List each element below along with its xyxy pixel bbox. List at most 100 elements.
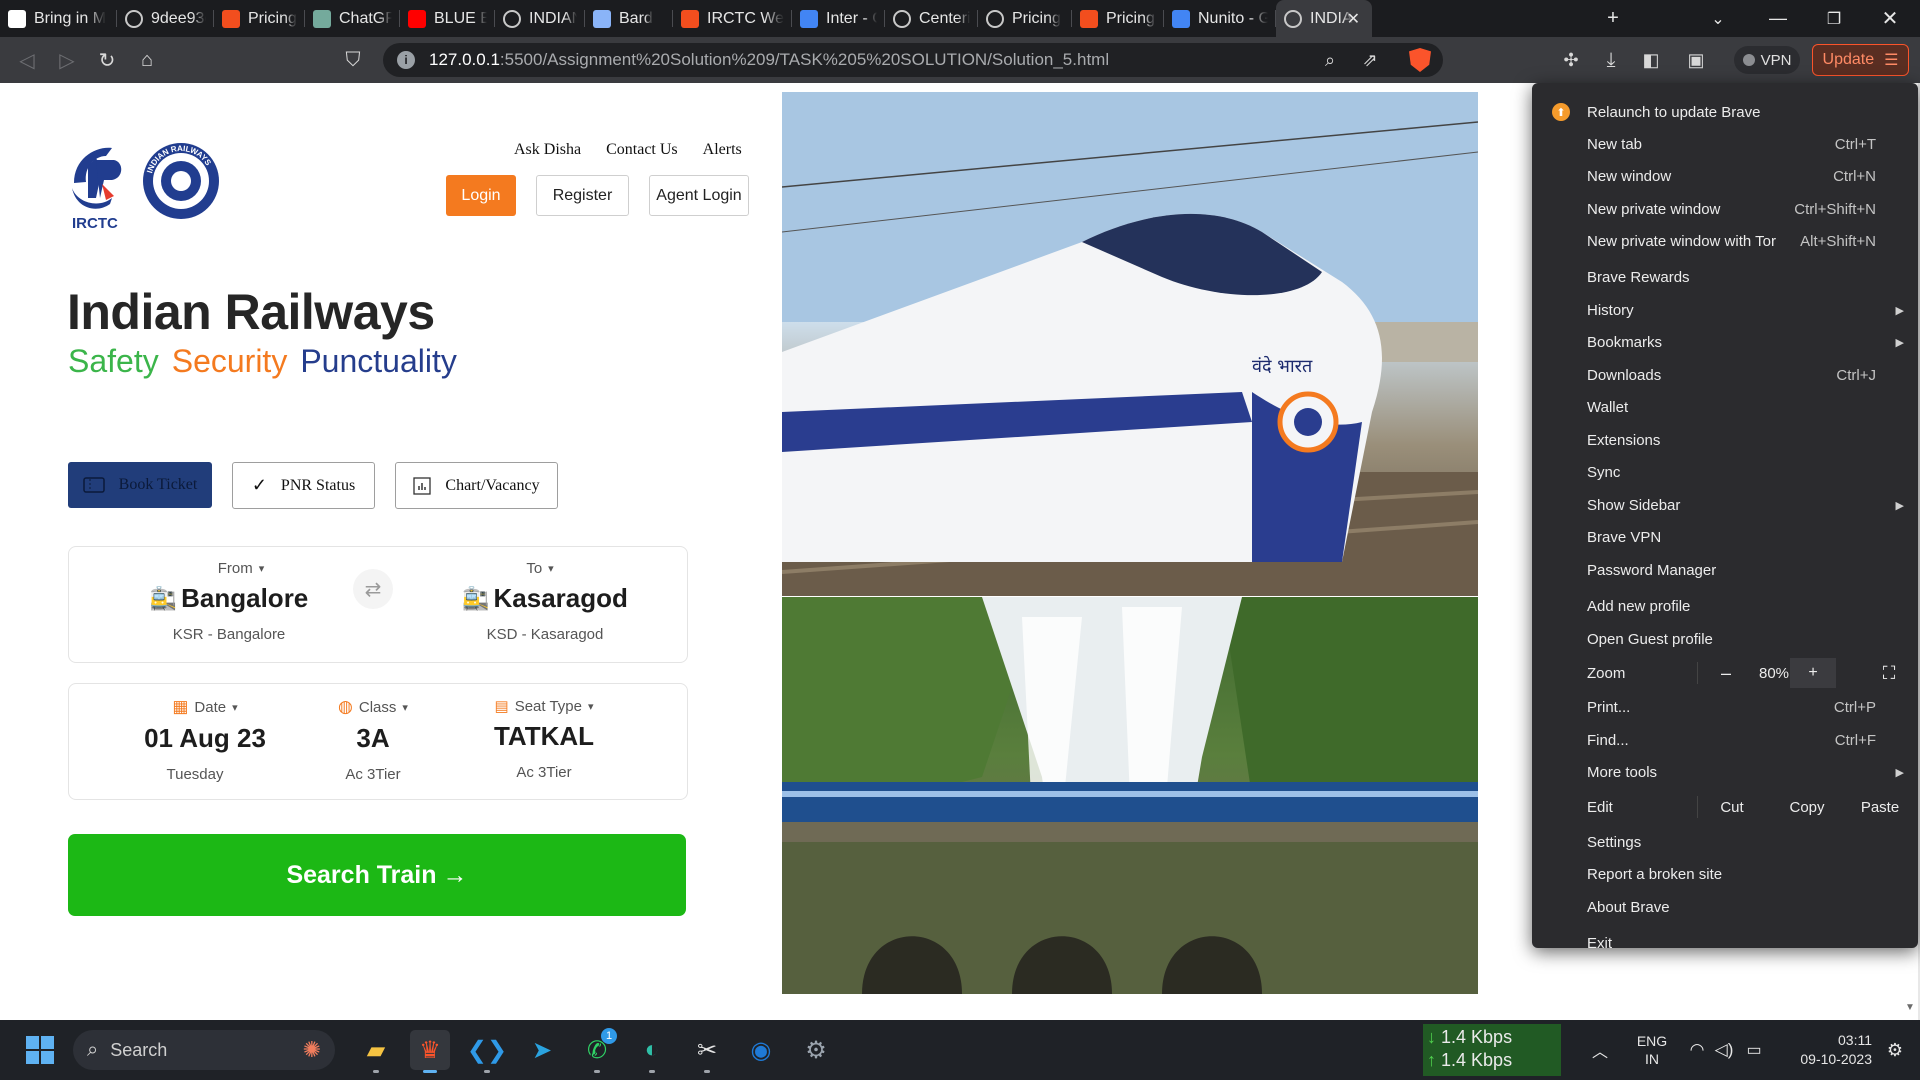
- taskbar-app-snipping-tool[interactable]: ✂: [687, 1030, 727, 1073]
- menu-item-exit[interactable]: Exit: [1532, 928, 1918, 958]
- menu-item-about-brave[interactable]: About Brave: [1532, 892, 1918, 922]
- pnr-status-button[interactable]: ✓ PNR Status: [232, 462, 375, 509]
- bookmark-icon[interactable]: ⛉: [338, 45, 368, 75]
- menu-item-history[interactable]: History ▶: [1532, 295, 1918, 325]
- clock[interactable]: 03:11 09-10-2023: [1780, 1020, 1872, 1080]
- menu-item-find[interactable]: Find... Ctrl+F: [1532, 725, 1918, 755]
- zoom-magnifier-icon[interactable]: ⌕: [1315, 45, 1345, 75]
- start-button[interactable]: [20, 1030, 60, 1070]
- tab-8[interactable]: IRCTC We: [673, 0, 792, 37]
- extensions-icon[interactable]: ✣: [1556, 45, 1586, 75]
- tab-1[interactable]: Bring in M: [0, 0, 117, 37]
- tab-4[interactable]: ChatGPT: [305, 0, 400, 37]
- tab-5[interactable]: BLUE EYES: [400, 0, 495, 37]
- reload-icon[interactable]: ↻: [92, 45, 122, 75]
- menu-item-print[interactable]: Print... Ctrl+P: [1532, 692, 1918, 722]
- restore-icon[interactable]: ❐: [1814, 0, 1854, 37]
- fullscreen-icon[interactable]: ⛶: [1874, 658, 1904, 688]
- nav-contact-us[interactable]: Contact Us: [606, 141, 678, 159]
- menu-relaunch[interactable]: ⬆ Relaunch to update Brave: [1532, 97, 1918, 127]
- battery-icon[interactable]: ▭: [1740, 1020, 1768, 1080]
- menu-item-new-private-window[interactable]: New private window Ctrl+Shift+N: [1532, 194, 1918, 224]
- class-field[interactable]: ◍ Class ▾ 3A Ac 3Tier: [313, 697, 433, 783]
- wallet-icon[interactable]: ▣: [1681, 45, 1711, 75]
- menu-item-report-a-broken-site[interactable]: Report a broken site: [1532, 859, 1918, 889]
- menu-item-sync[interactable]: Sync: [1532, 457, 1918, 487]
- minimize-icon[interactable]: —: [1758, 0, 1798, 37]
- tray-overflow-chevron-icon[interactable]: ︿: [1585, 1020, 1615, 1080]
- search-train-button[interactable]: Search Train →: [68, 834, 686, 916]
- menu-item-new-window[interactable]: New window Ctrl+N: [1532, 161, 1918, 191]
- taskbar-app-settings[interactable]: ⚙: [796, 1030, 836, 1070]
- zoom-out-button[interactable]: –: [1704, 658, 1748, 688]
- menu-item-new-tab[interactable]: New tab Ctrl+T: [1532, 129, 1918, 159]
- menu-item-settings[interactable]: Settings: [1532, 827, 1918, 857]
- irctc-logo[interactable]: IRCTC INDIAN RAILWAYS: [66, 138, 221, 233]
- taskbar-app-whatsapp[interactable]: ✆ 1: [577, 1028, 617, 1073]
- wifi-icon[interactable]: ◠: [1684, 1020, 1710, 1080]
- sidebar-icon[interactable]: ◧: [1636, 45, 1666, 75]
- menu-item-brave-rewards[interactable]: Brave Rewards: [1532, 262, 1918, 292]
- scroll-down-arrow-icon[interactable]: ▼: [1905, 1002, 1917, 1013]
- tab-6[interactable]: INDIAN R: [495, 0, 585, 37]
- volume-icon[interactable]: ◁): [1712, 1020, 1736, 1080]
- menu-item-extensions[interactable]: Extensions: [1532, 425, 1918, 455]
- menu-item-downloads[interactable]: Downloads Ctrl+J: [1532, 360, 1918, 390]
- notifications-icon[interactable]: ⚙: [1880, 1020, 1910, 1080]
- tab-2[interactable]: 9dee93e0: [117, 0, 214, 37]
- menu-item-password-manager[interactable]: Password Manager: [1532, 555, 1918, 585]
- taskbar-app-edge[interactable]: ◐: [632, 1030, 672, 1073]
- tab-search-chevron-icon[interactable]: ⌄: [1703, 0, 1733, 37]
- cut-button[interactable]: Cut: [1697, 792, 1767, 822]
- book-ticket-button[interactable]: Book Ticket: [68, 462, 212, 508]
- paste-button[interactable]: Paste: [1845, 792, 1915, 822]
- vpn-button[interactable]: VPN: [1734, 46, 1800, 74]
- back-icon[interactable]: ◁: [12, 45, 42, 75]
- downloads-icon[interactable]: ⤓: [1596, 45, 1626, 75]
- date-field[interactable]: ▦ Date ▾ 01 Aug 23 Tuesday: [135, 697, 275, 783]
- copy-button[interactable]: Copy: [1772, 792, 1842, 822]
- menu-item-show-sidebar[interactable]: Show Sidebar ▶: [1532, 490, 1918, 520]
- site-info-icon[interactable]: i: [397, 51, 415, 69]
- menu-item-add-new-profile[interactable]: Add new profile: [1532, 591, 1918, 621]
- share-icon[interactable]: ⇗: [1355, 45, 1385, 75]
- menu-item-bookmarks[interactable]: Bookmarks ▶: [1532, 327, 1918, 357]
- tab-11[interactable]: Pricing: [978, 0, 1072, 37]
- from-field[interactable]: From ▾ 🚉 Bangalore KSR - Bangalore: [119, 560, 339, 643]
- tab-12[interactable]: Pricing Ca: [1072, 0, 1164, 37]
- forward-icon[interactable]: ▷: [52, 45, 82, 75]
- tab-7[interactable]: Bard: [585, 0, 673, 37]
- register-button[interactable]: Register: [536, 175, 629, 216]
- to-field[interactable]: To ▾ 🚉 Kasaragod KSD - Kasaragod: [455, 560, 635, 643]
- login-button[interactable]: Login: [446, 175, 516, 216]
- nav-alerts[interactable]: Alerts: [703, 141, 742, 159]
- new-tab-plus-icon[interactable]: +: [1596, 0, 1630, 37]
- menu-item-more-tools[interactable]: More tools ▶: [1532, 757, 1918, 787]
- tab-9[interactable]: Inter - Go: [792, 0, 885, 37]
- agent-login-button[interactable]: Agent Login: [649, 175, 749, 216]
- address-bar[interactable]: i 127.0.0.1:5500/Assignment%20Solution%2…: [383, 43, 1443, 77]
- tab-13[interactable]: Nunito - G: [1164, 0, 1276, 37]
- taskbar-app-brave[interactable]: ♛: [410, 1030, 450, 1073]
- chart-vacancy-button[interactable]: Chart/Vacancy: [395, 462, 558, 509]
- taskbar-app-outlook[interactable]: ◉: [741, 1030, 781, 1070]
- home-icon[interactable]: ⌂: [132, 45, 162, 75]
- swap-stations-icon[interactable]: ⇄: [353, 569, 393, 609]
- menu-item-open-guest-profile[interactable]: Open Guest profile: [1532, 624, 1918, 654]
- update-menu-button[interactable]: Update ☰: [1812, 44, 1909, 76]
- tab-10[interactable]: Centering: [885, 0, 978, 37]
- menu-item-new-private-window-with-tor[interactable]: New private window with Tor Alt+Shift+N: [1532, 226, 1918, 256]
- taskbar-search[interactable]: ⌕ Search ✺: [73, 1030, 335, 1070]
- taskbar-app-telegram[interactable]: ➤: [522, 1030, 562, 1070]
- tab-14[interactable]: INDIA ✕: [1276, 0, 1372, 37]
- taskbar-app-file-explorer[interactable]: ▰: [356, 1030, 396, 1073]
- close-window-icon[interactable]: ✕: [1870, 0, 1910, 37]
- nav-ask-disha[interactable]: Ask Disha: [514, 141, 581, 159]
- zoom-in-button[interactable]: +: [1790, 658, 1836, 688]
- taskbar-app-vscode[interactable]: ❮❯: [467, 1030, 507, 1073]
- menu-item-wallet[interactable]: Wallet: [1532, 392, 1918, 422]
- language-indicator[interactable]: ENG IN: [1630, 1020, 1674, 1080]
- seat-type-field[interactable]: ▤ Seat Type ▾ TATKAL Ac 3Tier: [469, 697, 619, 782]
- tab-3[interactable]: Pricing Ca: [214, 0, 305, 37]
- close-tab-icon[interactable]: ✕: [1347, 9, 1360, 29]
